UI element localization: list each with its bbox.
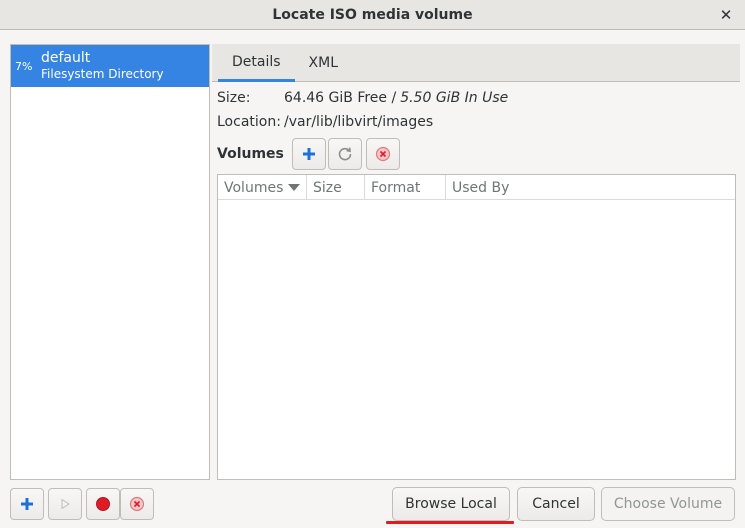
pool-type: Filesystem Directory (41, 67, 164, 81)
delete-icon (375, 146, 390, 162)
choose-volume-button[interactable]: Choose Volume (601, 487, 735, 521)
pool-usage-percent: 7% (15, 59, 33, 73)
volumes-table-header: Volumes Size Format Used By (218, 175, 735, 200)
pool-details-panel: Details XML Size: 64.46 GiB Free / 5.50 … (212, 44, 740, 480)
delete-icon (129, 496, 145, 512)
browse-local-button[interactable]: Browse Local (392, 487, 510, 521)
location-label: Location: (217, 114, 281, 130)
volumes-table[interactable]: Volumes Size Format Used By (217, 174, 736, 480)
column-header-label: Format (371, 179, 421, 196)
size-row: Size: 64.46 GiB Free / 5.50 GiB In Use (217, 90, 508, 106)
size-label: Size: (217, 90, 251, 106)
pool-toolbar (10, 488, 154, 520)
column-header-label: Volumes (224, 179, 284, 196)
location-value: /var/lib/libvirt/images (284, 114, 434, 130)
start-pool-button[interactable] (48, 488, 82, 520)
play-icon (61, 498, 70, 510)
stop-icon (96, 497, 110, 511)
window-title: Locate ISO media volume (272, 6, 473, 23)
volumes-label: Volumes (217, 146, 284, 162)
column-header-format[interactable]: Format (365, 175, 446, 200)
pool-item-default[interactable]: 7% default Filesystem Directory (11, 45, 209, 87)
column-header-volumes[interactable]: Volumes (218, 175, 307, 200)
stop-pool-button[interactable] (86, 488, 120, 520)
column-header-label: Used By (452, 179, 510, 196)
browse-local-highlight (386, 521, 514, 524)
refresh-volumes-button[interactable] (327, 138, 362, 170)
plus-icon (21, 498, 33, 510)
pool-list[interactable]: 7% default Filesystem Directory (10, 44, 210, 480)
delete-pool-button[interactable] (120, 488, 154, 520)
pool-name: default (41, 50, 91, 66)
tab-bar: Details XML (212, 44, 740, 82)
delete-volume-button[interactable] (365, 138, 400, 170)
tab-details[interactable]: Details (218, 44, 295, 82)
size-free-value: 64.46 GiB Free / (284, 90, 397, 106)
plus-icon (302, 148, 315, 160)
column-header-label: Size (313, 179, 342, 196)
close-icon: ✕ (719, 6, 733, 24)
add-pool-button[interactable] (10, 488, 44, 520)
cancel-button[interactable]: Cancel (517, 487, 595, 521)
sort-down-icon (288, 183, 301, 191)
column-header-used-by[interactable]: Used By (446, 175, 735, 200)
column-header-size[interactable]: Size (307, 175, 365, 200)
size-in-use-value: 5.50 GiB In Use (400, 90, 509, 106)
refresh-icon (338, 147, 352, 161)
location-row: Location: /var/lib/libvirt/images (217, 114, 433, 130)
titlebar: Locate ISO media volume ✕ (0, 0, 745, 30)
close-button[interactable]: ✕ (715, 4, 737, 26)
add-volume-button[interactable] (291, 138, 326, 170)
tab-xml[interactable]: XML (295, 44, 352, 82)
volumes-toolbar: Volumes (217, 138, 400, 170)
